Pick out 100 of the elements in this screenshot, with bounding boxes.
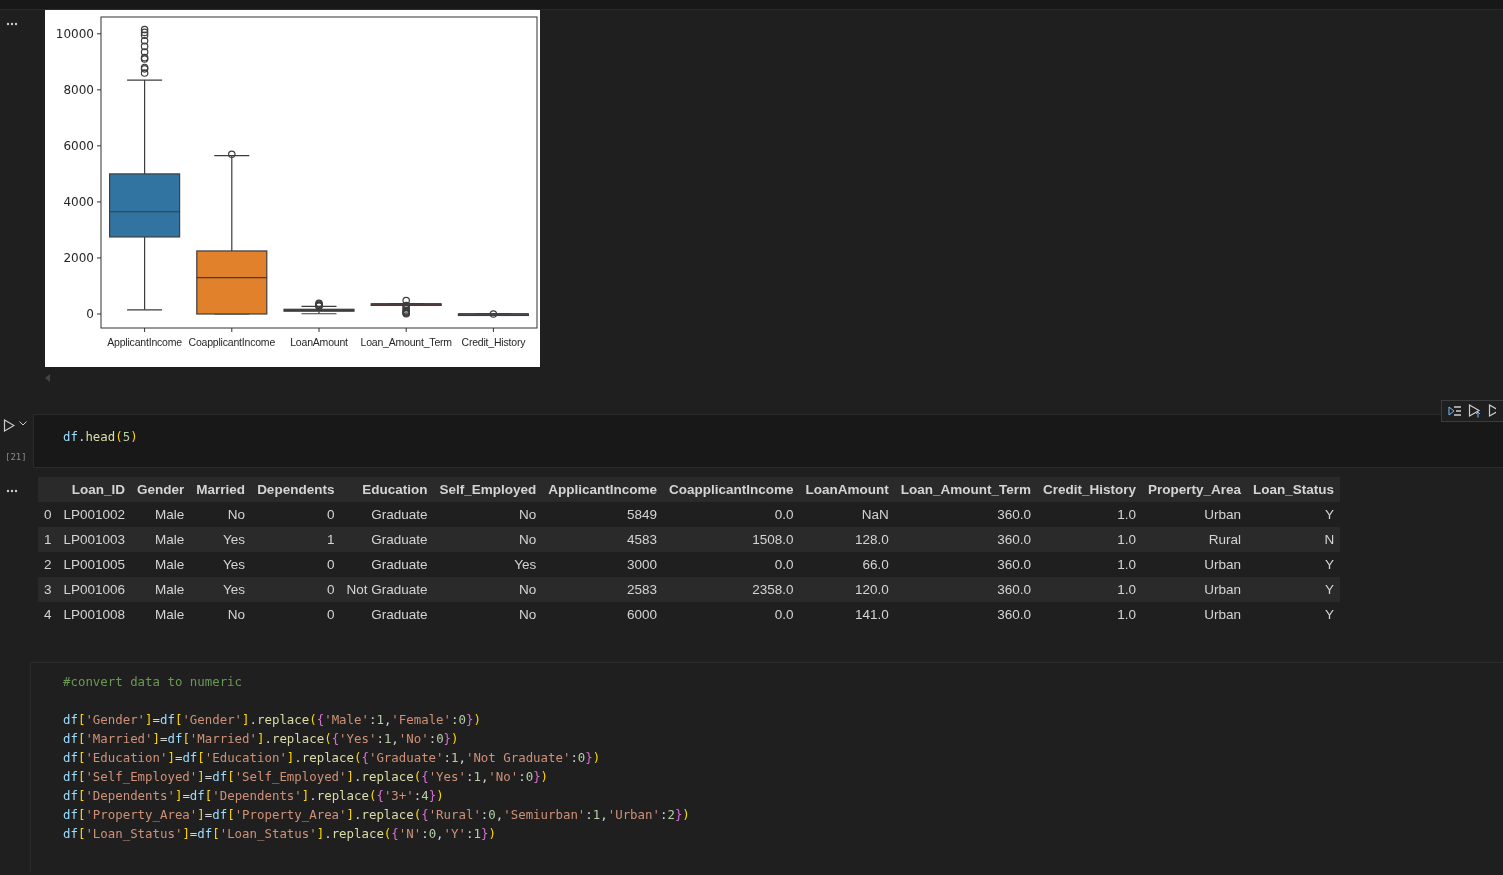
table-cell: Yes xyxy=(190,577,252,602)
table-cell: Male xyxy=(131,502,191,527)
table-cell: 2583 xyxy=(542,577,663,602)
table-cell: Urban xyxy=(1142,602,1248,627)
table-cell: 1.0 xyxy=(1037,552,1143,577)
table-cell: Male xyxy=(131,552,191,577)
table-cell: Male xyxy=(131,602,191,627)
table-cell: 0 xyxy=(251,552,341,577)
run-by-line-icon[interactable] xyxy=(1448,405,1462,417)
table-cell: 360.0 xyxy=(894,602,1038,627)
table-cell: Graduate xyxy=(340,602,434,627)
table-cell: Y xyxy=(1247,552,1341,577)
table-cell: 1.0 xyxy=(1037,502,1143,527)
table-cell: Graduate xyxy=(340,527,434,552)
column-header: Dependents xyxy=(251,477,341,502)
code-line: df.head(5) xyxy=(63,428,139,446)
row-index: 1 xyxy=(38,527,58,552)
table-cell: 1.0 xyxy=(1037,602,1143,627)
table-cell: Yes xyxy=(190,552,252,577)
table-cell: Graduate xyxy=(340,552,434,577)
y-tick-label: 4000 xyxy=(63,194,94,209)
table-cell: Yes xyxy=(190,527,252,552)
x-tick-label: Credit_History xyxy=(461,336,526,348)
table-cell: LP001008 xyxy=(57,602,132,627)
y-tick-label: 10000 xyxy=(55,26,94,41)
table-cell: LP001005 xyxy=(57,552,132,577)
table-cell: 6000 xyxy=(542,602,663,627)
run-above-icon[interactable] xyxy=(1468,404,1482,418)
table-cell: LP001006 xyxy=(57,577,132,602)
table-cell: Male xyxy=(131,577,191,602)
table-cell: LP001002 xyxy=(57,502,132,527)
code-comment: #convert data to numeric xyxy=(63,673,244,691)
table-cell: Not Graduate xyxy=(340,577,434,602)
code-line: df['Self_Employed']=df['Self_Employed'].replace({'Yes':1,'No':0}) xyxy=(63,768,550,786)
code-line: df['Gender']=df['Gender'].replace({'Male':1,'Female':0}) xyxy=(63,711,482,729)
code-line: df['Education']=df['Education'].replace({'Graduate':1,'Not Graduate':0}) xyxy=(63,749,602,767)
table-cell: 0 xyxy=(251,577,341,602)
table-cell: 0 xyxy=(251,502,341,527)
code-line: df['Property_Area']=df['Property_Area'].replace({'Rural':0,'Semiurban':1,'Urban':2}) xyxy=(63,806,691,824)
table-cell: No xyxy=(433,602,543,627)
table-cell: No xyxy=(433,502,543,527)
table-cell: 360.0 xyxy=(894,502,1038,527)
row-index: 2 xyxy=(38,552,58,577)
table-cell: 360.0 xyxy=(894,527,1038,552)
code-line: df['Dependents']=df['Dependents'].replace({'3+':4}) xyxy=(63,787,445,805)
code-line: df['Married']=df['Married'].replace({'Yes':1,'No':0}) xyxy=(63,730,460,748)
column-header: Property_Area xyxy=(1142,477,1248,502)
column-header: Married xyxy=(190,477,252,502)
table-cell: 5849 xyxy=(542,502,663,527)
table-cell: Urban xyxy=(1142,502,1248,527)
table-cell: 0 xyxy=(251,602,341,627)
run-icon[interactable] xyxy=(3,419,15,432)
column-header: CoapplicantIncome xyxy=(663,477,800,502)
table-cell: 3000 xyxy=(542,552,663,577)
table-cell: 360.0 xyxy=(894,552,1038,577)
table-cell: 141.0 xyxy=(799,602,895,627)
row-index: 3 xyxy=(38,577,58,602)
x-tick-label: CoapplicantIncome xyxy=(188,336,276,348)
y-tick-label: 6000 xyxy=(63,138,94,153)
x-tick-label: ApplicantIncome xyxy=(107,336,182,348)
table-cell: 360.0 xyxy=(894,577,1038,602)
y-tick-label: 8000 xyxy=(63,82,94,97)
column-header: Loan_Status xyxy=(1247,477,1341,502)
table-cell: 1.0 xyxy=(1037,577,1143,602)
table-cell: No xyxy=(190,502,252,527)
table-cell: N xyxy=(1247,527,1341,552)
table-cell: 4583 xyxy=(542,527,663,552)
table-cell: 0.0 xyxy=(663,552,800,577)
table-cell: Urban xyxy=(1142,552,1248,577)
y-tick-label: 0 xyxy=(86,307,94,321)
table-cell: Yes xyxy=(433,552,543,577)
table-cell: 1 xyxy=(251,527,341,552)
table-cell: 120.0 xyxy=(799,577,895,602)
table-cell: LP001003 xyxy=(57,527,132,552)
column-header: LoanAmount xyxy=(799,477,895,502)
x-tick-label: Loan_Amount_Term xyxy=(360,336,452,348)
table-cell: No xyxy=(190,602,252,627)
table-cell: 0.0 xyxy=(663,602,800,627)
column-header: Credit_History xyxy=(1037,477,1143,502)
column-header: Loan_ID xyxy=(57,477,132,502)
x-tick-label: LoanAmount xyxy=(290,336,348,348)
column-header: ApplicantIncome xyxy=(542,477,663,502)
table-cell: 128.0 xyxy=(799,527,895,552)
table-cell: Male xyxy=(131,527,191,552)
row-index: 0 xyxy=(38,502,58,527)
table-cell: Y xyxy=(1247,602,1341,627)
column-header: Loan_Amount_Term xyxy=(894,477,1038,502)
execution-count: [21] xyxy=(5,452,27,462)
table-cell: Y xyxy=(1247,577,1341,602)
table-cell: 1.0 xyxy=(1037,527,1143,552)
y-tick-label: 2000 xyxy=(63,250,94,265)
column-header: Gender xyxy=(131,477,191,502)
run-below-icon[interactable] xyxy=(1488,404,1496,418)
code-editor[interactable]: df.head(5) xyxy=(33,414,1503,468)
table-cell: No xyxy=(433,527,543,552)
chevron-down-icon[interactable] xyxy=(19,421,27,426)
column-header: Self_Employed xyxy=(433,477,543,502)
table-cell: 2358.0 xyxy=(663,577,800,602)
column-header: Education xyxy=(340,477,434,502)
table-cell: Rural xyxy=(1142,527,1248,552)
